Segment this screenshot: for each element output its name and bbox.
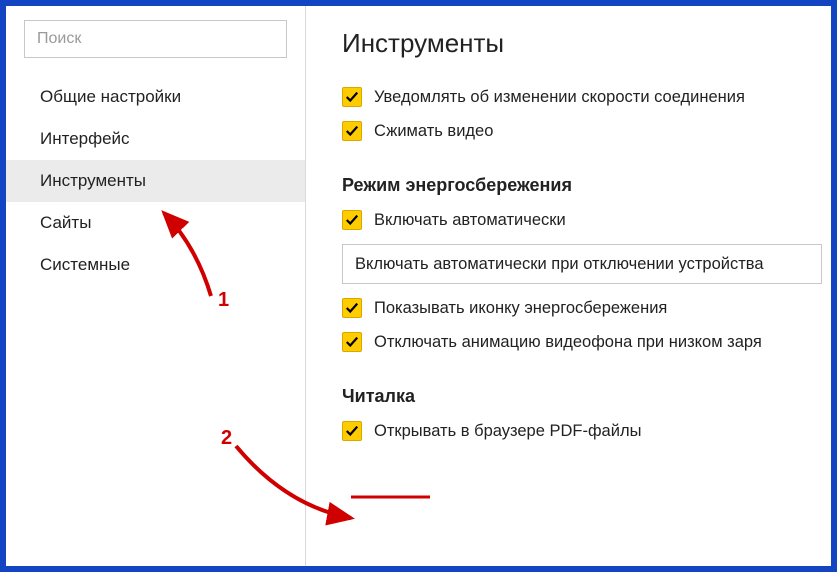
sidebar-item-sites[interactable]: Сайты [6,202,305,244]
sidebar-nav: Общие настройки Интерфейс Инструменты Са… [6,76,305,286]
sidebar-item-label: Инструменты [40,171,146,191]
search-input[interactable] [24,20,287,58]
check-icon [345,424,359,438]
option-label: Открывать в браузере PDF-файлы [374,422,641,441]
search-container [6,20,305,68]
section-title-energy: Режим энергосбережения [342,175,831,196]
settings-window: Общие настройки Интерфейс Инструменты Са… [0,0,837,572]
checkbox-energy-icon[interactable] [342,298,362,318]
check-icon [345,301,359,315]
option-open-pdf: Открывать в браузере PDF-файлы [342,421,831,441]
main-panel: Инструменты Уведомлять об изменении скор… [306,6,831,566]
option-label: Отключать анимацию видеофона при низком … [374,333,762,352]
section-title-reader: Читалка [342,386,831,407]
option-label: Сжимать видео [374,122,493,141]
check-icon [345,90,359,104]
sidebar-item-label: Интерфейс [40,129,130,149]
option-energy-icon: Показывать иконку энергосбережения [342,298,831,318]
option-label: Уведомлять об изменении скорости соедине… [374,88,745,107]
sidebar-item-general[interactable]: Общие настройки [6,76,305,118]
sidebar-item-label: Системные [40,255,130,275]
checkbox-open-pdf[interactable] [342,421,362,441]
sidebar-item-label: Сайты [40,213,91,233]
checkbox-notify-speed[interactable] [342,87,362,107]
checkbox-energy-animation[interactable] [342,332,362,352]
checkbox-compress-video[interactable] [342,121,362,141]
check-icon [345,213,359,227]
option-notify-speed: Уведомлять об изменении скорости соедине… [342,87,831,107]
option-energy-auto: Включать автоматически [342,210,831,230]
option-label: Включать автоматически [374,211,566,230]
sidebar-item-tools[interactable]: Инструменты [6,160,305,202]
dropdown-value: Включать автоматически при отключении ус… [355,255,764,274]
sidebar-item-label: Общие настройки [40,87,181,107]
check-icon [345,335,359,349]
option-compress-video: Сжимать видео [342,121,831,141]
energy-mode-dropdown[interactable]: Включать автоматически при отключении ус… [342,244,822,284]
check-icon [345,124,359,138]
sidebar-item-interface[interactable]: Интерфейс [6,118,305,160]
sidebar-item-system[interactable]: Системные [6,244,305,286]
checkbox-energy-auto[interactable] [342,210,362,230]
option-energy-animation: Отключать анимацию видеофона при низком … [342,332,831,352]
page-title: Инструменты [342,28,831,59]
sidebar: Общие настройки Интерфейс Инструменты Са… [6,6,306,566]
option-label: Показывать иконку энергосбережения [374,299,667,318]
